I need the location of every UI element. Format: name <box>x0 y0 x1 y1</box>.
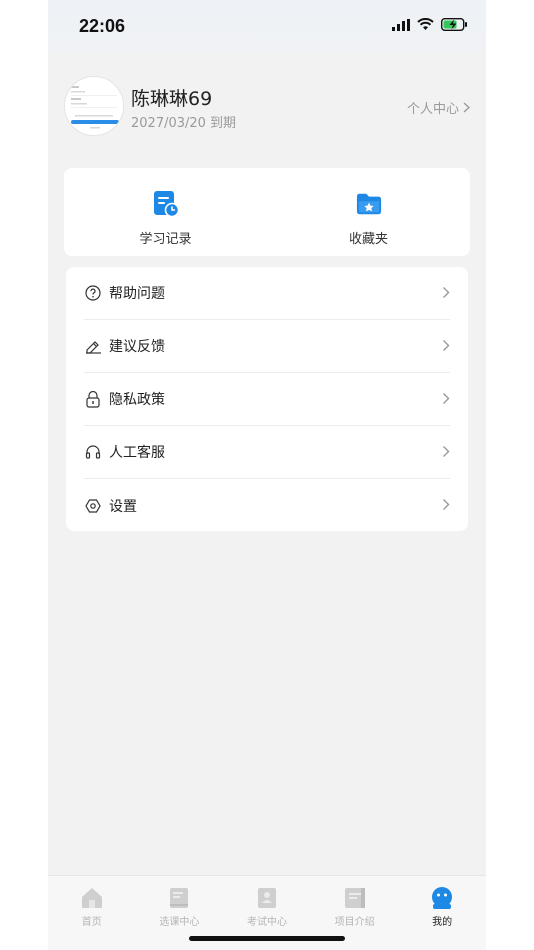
menu-item-label: 人工客服 <box>109 445 165 461</box>
headset-icon <box>84 443 102 461</box>
chevron-right-icon <box>443 393 450 404</box>
privacy-lock-icon <box>84 390 102 408</box>
settings-menu-card: 帮助问题 建议反馈 隐私政策 人工客服 设置 <box>66 267 468 531</box>
home-icon <box>81 888 102 908</box>
menu-item-label: 帮助问题 <box>109 286 165 302</box>
status-icons <box>392 18 468 31</box>
membership-expire-date: 2027/03/20 到期 <box>131 116 237 131</box>
help-question-icon <box>84 284 102 302</box>
favorites-folder-icon <box>356 193 381 215</box>
quick-actions-card: 学习记录 收藏夹 <box>64 168 470 256</box>
chevron-right-icon <box>443 446 450 457</box>
course-book-icon <box>170 888 189 908</box>
menu-item-settings[interactable]: 设置 <box>84 479 450 532</box>
quick-action-label: 学习记录 <box>139 232 192 247</box>
chevron-right-icon <box>463 102 470 113</box>
menu-item-privacy[interactable]: 隐私政策 <box>84 373 450 426</box>
menu-item-label: 建议反馈 <box>109 339 165 355</box>
menu-item-customer-service[interactable]: 人工客服 <box>84 426 450 479</box>
tab-label: 项目介绍 <box>334 917 375 928</box>
menu-item-label: 设置 <box>109 498 137 515</box>
status-bar: 22:06 <box>48 0 486 52</box>
personal-center-link[interactable]: 个人中心 <box>407 98 470 117</box>
tab-label: 考试中心 <box>246 917 287 928</box>
home-indicator <box>189 936 345 941</box>
avatar[interactable] <box>64 76 124 136</box>
chevron-right-icon <box>443 499 450 510</box>
battery-charging-icon <box>441 18 467 31</box>
tab-mine[interactable]: 我的 <box>398 876 486 950</box>
settings-gear-icon <box>84 497 102 515</box>
personal-center-label: 个人中心 <box>406 102 459 117</box>
menu-item-label: 隐私政策 <box>109 392 165 408</box>
avatar-image <box>65 77 123 135</box>
quick-action-label: 收藏夹 <box>348 232 388 247</box>
exam-icon <box>257 888 276 908</box>
profile-header[interactable]: 陈琳琳69 2027/03/20 到期 个人中心 <box>64 76 470 136</box>
chevron-right-icon <box>443 340 450 351</box>
chevron-right-icon <box>443 287 450 298</box>
tab-label: 首页 <box>81 917 102 928</box>
phone-screen: 22:06 陈琳琳69 2027/03/20 到期 个人中心 学习记录 收藏夹 … <box>48 0 486 950</box>
menu-item-feedback[interactable]: 建议反馈 <box>84 320 450 373</box>
profile-robot-icon <box>432 887 453 909</box>
tab-home[interactable]: 首页 <box>48 876 136 950</box>
username: 陈琳琳69 <box>131 88 213 110</box>
status-time: 22:06 <box>79 16 126 36</box>
feedback-pen-icon <box>84 337 102 355</box>
tab-label: 我的 <box>432 917 453 928</box>
study-record-icon <box>153 191 179 218</box>
wifi-icon <box>417 18 434 30</box>
project-icon <box>344 888 365 908</box>
quick-action-study-record[interactable]: 学习记录 <box>64 168 267 256</box>
menu-item-help[interactable]: 帮助问题 <box>84 267 450 320</box>
tab-label: 选课中心 <box>159 917 200 928</box>
signal-icon <box>392 18 410 31</box>
quick-action-favorites[interactable]: 收藏夹 <box>267 168 470 256</box>
